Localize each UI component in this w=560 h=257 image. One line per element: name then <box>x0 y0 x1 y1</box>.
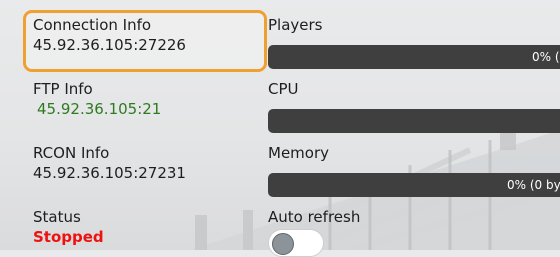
cpu-label: CPU <box>268 80 299 98</box>
memory-progress-text: 0% (0 by <box>507 178 560 192</box>
cpu: CPU <box>268 80 299 98</box>
players: Players <box>268 16 323 34</box>
ftp-info: FTP Info 45.92.36.105:21 <box>33 80 161 118</box>
ftp-info-label: FTP Info <box>33 80 93 98</box>
connection-info: Connection Info 45.92.36.105:27226 <box>33 16 186 54</box>
auto-refresh: Auto refresh <box>268 208 360 226</box>
status-label: Status <box>33 208 81 226</box>
rcon-info-label: RCON Info <box>33 144 110 162</box>
players-progress-text: 0% ( <box>532 50 560 64</box>
auto-refresh-toggle-knob[interactable] <box>272 233 294 255</box>
memory-label: Memory <box>268 144 330 162</box>
auto-refresh-toggle[interactable] <box>268 229 324 257</box>
status-value: Stopped <box>33 228 104 246</box>
memory: Memory <box>268 144 329 162</box>
players-label: Players <box>268 16 323 34</box>
connection-info-value[interactable]: 45.92.36.105:27226 <box>33 36 186 54</box>
rcon-info: RCON Info 45.92.36.105:27231 <box>33 144 186 182</box>
ftp-info-value[interactable]: 45.92.36.105:21 <box>33 100 161 118</box>
cpu-progress-bar <box>268 109 560 133</box>
memory-progress-bar: 0% (0 by <box>268 173 560 197</box>
auto-refresh-label: Auto refresh <box>268 208 361 226</box>
status: Status Stopped <box>33 208 104 246</box>
players-progress-bar: 0% ( <box>268 45 560 69</box>
rcon-info-value[interactable]: 45.92.36.105:27231 <box>33 164 186 182</box>
connection-info-label: Connection Info <box>33 16 152 34</box>
